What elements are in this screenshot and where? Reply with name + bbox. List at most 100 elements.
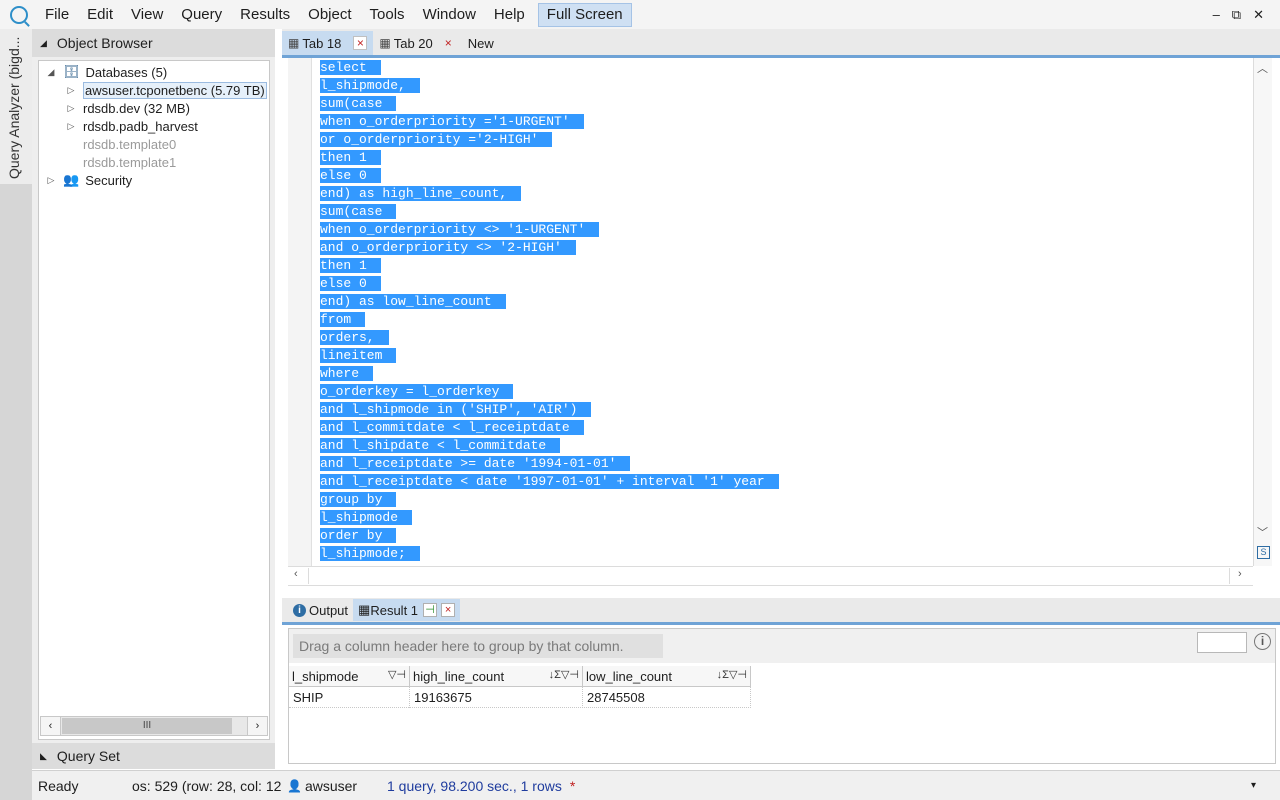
close-tab-icon[interactable]: ×: [445, 36, 452, 50]
close-tab-icon[interactable]: ×: [441, 603, 456, 617]
tab-18[interactable]: ▦ Tab 18 ×: [282, 31, 374, 55]
code-line[interactable]: select: [320, 59, 779, 77]
expand-triangle-icon[interactable]: ◣: [40, 751, 47, 762]
tab-output[interactable]: i Output: [288, 599, 353, 621]
scroll-down-icon[interactable]: ﹀: [1257, 524, 1268, 540]
code-line[interactable]: sum(case: [320, 203, 779, 221]
query-set-header[interactable]: ◣ Query Set: [32, 743, 275, 769]
menu-results[interactable]: Results: [231, 0, 299, 29]
filter-pin-icons[interactable]: ▽⊣: [388, 668, 406, 681]
code-line[interactable]: then 1: [320, 149, 779, 167]
menu-file[interactable]: File: [36, 0, 78, 29]
code-line-text: then 1: [320, 150, 381, 165]
code-line[interactable]: then 1: [320, 257, 779, 275]
code-line[interactable]: where: [320, 365, 779, 383]
minimize-icon[interactable]: –: [1213, 7, 1220, 23]
sort-sum-filter-pin-icons[interactable]: ↓Σ▽⊣: [549, 668, 579, 681]
menu-help[interactable]: Help: [485, 0, 534, 29]
tab-20[interactable]: ▦ Tab 20 ×: [373, 31, 457, 55]
expand-arrow-icon[interactable]: ▷: [65, 121, 77, 132]
code-line[interactable]: and o_orderpriority <> '2-HIGH': [320, 239, 779, 257]
column-header-low-line-count[interactable]: low_line_count ↓Σ▽⊣: [583, 666, 751, 687]
expand-arrow-icon[interactable]: ▷: [65, 85, 77, 96]
status-query-info: 1 query, 98.200 sec., 1 rows: [387, 777, 562, 794]
code-line[interactable]: lineitem: [320, 347, 779, 365]
code-line[interactable]: and l_shipdate < l_commitdate: [320, 437, 779, 455]
code-line[interactable]: else 0: [320, 167, 779, 185]
menu-query[interactable]: Query: [172, 0, 231, 29]
collapse-triangle-icon[interactable]: ◢: [40, 38, 47, 49]
code-line[interactable]: when o_orderpriority ='1-URGENT': [320, 113, 779, 131]
tree-item-awsuser-db[interactable]: ▷ awsuser.tcponetbenc (5.79 TB): [65, 81, 267, 99]
column-header-label: l_shipmode: [292, 669, 359, 684]
tree-item-rdsdb-padb-harvest[interactable]: ▷ rdsdb.padb_harvest: [65, 117, 198, 135]
code-line[interactable]: else 0: [320, 275, 779, 293]
code-line[interactable]: l_shipmode: [320, 509, 779, 527]
menu-window[interactable]: Window: [414, 0, 485, 29]
code-line[interactable]: and l_receiptdate >= date '1994-01-01': [320, 455, 779, 473]
tab-result-1[interactable]: ▦ Result 1 ⊣ ×: [353, 599, 461, 621]
code-line[interactable]: orders,: [320, 329, 779, 347]
object-browser-header[interactable]: ◢ Object Browser: [32, 29, 275, 57]
code-line[interactable]: group by: [320, 491, 779, 509]
scroll-up-icon[interactable]: ︿: [1257, 60, 1268, 76]
table-row[interactable]: SHIP 19163675 28745508: [289, 687, 751, 708]
scroll-left-icon[interactable]: ‹: [41, 717, 61, 735]
find-input[interactable]: [1197, 632, 1247, 653]
menu-object[interactable]: Object: [299, 0, 360, 29]
query-analyzer-tab[interactable]: Query Analyzer (bigd...: [0, 29, 32, 184]
tree-item-rdsdb-dev[interactable]: ▷ rdsdb.dev (32 MB): [65, 99, 190, 117]
menu-edit[interactable]: Edit: [78, 0, 122, 29]
pin-icon[interactable]: ⊣: [423, 603, 438, 617]
code-line[interactable]: order by: [320, 527, 779, 545]
code-line[interactable]: l_shipmode,: [320, 77, 779, 95]
column-header-high-line-count[interactable]: high_line_count ↓Σ▽⊣: [410, 666, 583, 687]
tree-item-label: rdsdb.template1: [83, 154, 177, 170]
full-screen-button[interactable]: Full Screen: [537, 2, 632, 27]
editor-vscrollbar[interactable]: ︿ ﹀ S: [1253, 58, 1272, 566]
sql-editor[interactable]: select l_shipmode, sum(case when o_orderpri…: [288, 58, 1253, 566]
expand-arrow-icon[interactable]: ▷: [65, 103, 77, 114]
close-window-icon[interactable]: ✕: [1253, 7, 1264, 23]
tree-item-databases[interactable]: ◢ 🗄 Databases (5): [45, 63, 168, 81]
code-line[interactable]: and l_shipmode in ('SHIP', 'AIR'): [320, 401, 779, 419]
code-line-text: group by: [320, 492, 397, 507]
cell-low-line-count[interactable]: 28745508: [583, 687, 751, 708]
cell-l-shipmode[interactable]: SHIP: [289, 687, 410, 708]
tree-item-security[interactable]: ▷ 👥 Security: [45, 171, 133, 189]
code-line[interactable]: end) as high_line_count,: [320, 185, 779, 203]
code-line-text: and l_receiptdate >= date '1994-01-01': [320, 456, 631, 471]
script-icon[interactable]: S: [1257, 546, 1270, 559]
scroll-track[interactable]: [308, 568, 1230, 584]
code-line[interactable]: end) as low_line_count: [320, 293, 779, 311]
restore-icon[interactable]: ⧉: [1232, 7, 1241, 23]
menu-tools[interactable]: Tools: [361, 0, 414, 29]
code-line[interactable]: or o_orderpriority ='2-HIGH': [320, 131, 779, 149]
code-line[interactable]: and l_commitdate < l_receiptdate: [320, 419, 779, 437]
code-line[interactable]: when o_orderpriority <> '1-URGENT': [320, 221, 779, 239]
chevron-down-icon[interactable]: ▾: [1251, 780, 1256, 791]
code-line[interactable]: and l_receiptdate < date '1997-01-01' + …: [320, 473, 779, 491]
code-line[interactable]: l_shipmode;: [320, 545, 779, 563]
close-tab-icon[interactable]: ×: [353, 36, 368, 50]
scroll-right-icon[interactable]: ›: [1238, 568, 1242, 580]
group-by-panel[interactable]: Drag a column header here to group by th…: [289, 629, 1275, 663]
collapse-arrow-icon[interactable]: ◢: [45, 67, 57, 78]
cell-high-line-count[interactable]: 19163675: [410, 687, 583, 708]
scroll-right-icon[interactable]: ›: [247, 717, 267, 735]
tree-item-rdsdb-template1[interactable]: rdsdb.template1: [83, 153, 176, 171]
expand-arrow-icon[interactable]: ▷: [45, 175, 57, 186]
new-tab-button[interactable]: New: [458, 31, 504, 55]
object-browser-hscrollbar[interactable]: ‹ III ›: [40, 716, 268, 736]
code-line[interactable]: sum(case: [320, 95, 779, 113]
tree-item-rdsdb-template0[interactable]: rdsdb.template0: [83, 135, 176, 153]
menu-view[interactable]: View: [122, 0, 172, 29]
code-line[interactable]: o_orderkey = l_orderkey: [320, 383, 779, 401]
scroll-left-icon[interactable]: ‹: [294, 568, 298, 580]
column-header-l-shipmode[interactable]: l_shipmode ▽⊣: [289, 666, 410, 687]
editor-hscrollbar[interactable]: ‹ ›: [288, 566, 1253, 586]
code-line[interactable]: from: [320, 311, 779, 329]
info-icon[interactable]: i: [1254, 633, 1271, 650]
sort-sum-filter-pin-icons[interactable]: ↓Σ▽⊣: [717, 668, 747, 681]
scroll-thumb[interactable]: III: [62, 718, 232, 734]
